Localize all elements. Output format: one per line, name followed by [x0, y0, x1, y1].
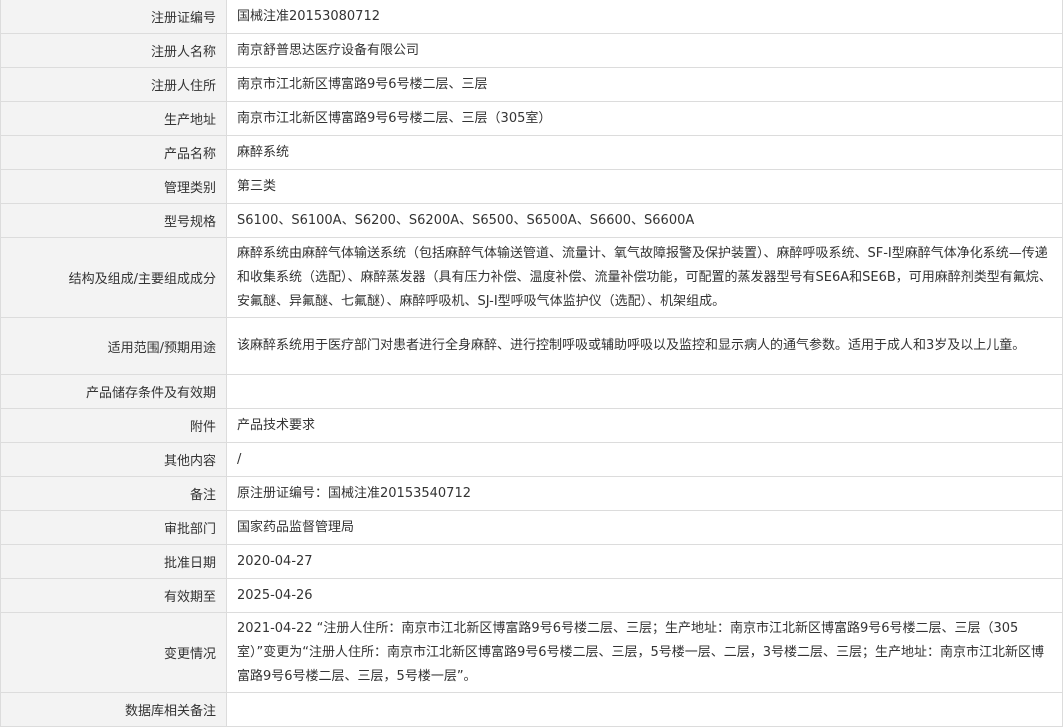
row-label: 结构及组成/主要组成成分 [0, 237, 227, 318]
row-label: 型号规格 [0, 203, 227, 238]
table-row: 结构及组成/主要组成成分 麻醉系统由麻醉气体输送系统（包括麻醉气体输送管道、流量… [0, 237, 1063, 318]
table-row: 其他内容 / [0, 442, 1063, 477]
row-value: 南京市江北新区博富路9号6号楼二层、三层 [226, 67, 1063, 102]
row-label: 批准日期 [0, 544, 227, 579]
row-label: 适用范围/预期用途 [0, 317, 227, 375]
table-row: 注册证编号 国械注准20153080712 [0, 0, 1063, 34]
row-value: 原注册证编号：国械注准20153540712 [226, 476, 1063, 511]
row-label: 注册证编号 [0, 0, 227, 34]
row-value: 第三类 [226, 169, 1063, 204]
row-value: 2021-04-22 “注册人住所：南京市江北新区博富路9号6号楼二层、三层；生… [226, 612, 1063, 693]
row-label: 注册人名称 [0, 33, 227, 68]
table-row: 产品名称 麻醉系统 [0, 135, 1063, 170]
table-row: 适用范围/预期用途 该麻醉系统用于医疗部门对患者进行全身麻醉、进行控制呼吸或辅助… [0, 317, 1063, 375]
row-label: 有效期至 [0, 578, 227, 613]
row-label: 产品储存条件及有效期 [0, 374, 227, 409]
table-row: 数据库相关备注 [0, 692, 1063, 727]
device-registration-table: 注册证编号 国械注准20153080712 注册人名称 南京舒普思达医疗设备有限… [0, 0, 1063, 727]
row-label: 生产地址 [0, 101, 227, 136]
table-row: 审批部门 国家药品监督管理局 [0, 510, 1063, 545]
table-row: 有效期至 2025-04-26 [0, 578, 1063, 613]
row-value [226, 374, 1063, 409]
row-value: 2020-04-27 [226, 544, 1063, 579]
row-label: 备注 [0, 476, 227, 511]
row-label: 产品名称 [0, 135, 227, 170]
row-label: 注册人住所 [0, 67, 227, 102]
row-value: 南京舒普思达医疗设备有限公司 [226, 33, 1063, 68]
row-value: 该麻醉系统用于医疗部门对患者进行全身麻醉、进行控制呼吸或辅助呼吸以及监控和显示病… [226, 317, 1063, 375]
table-row: 注册人名称 南京舒普思达医疗设备有限公司 [0, 33, 1063, 68]
table-row: 变更情况 2021-04-22 “注册人住所：南京市江北新区博富路9号6号楼二层… [0, 612, 1063, 693]
row-value: 麻醉系统 [226, 135, 1063, 170]
table-row: 注册人住所 南京市江北新区博富路9号6号楼二层、三层 [0, 67, 1063, 102]
row-label: 管理类别 [0, 169, 227, 204]
row-label: 附件 [0, 408, 227, 443]
row-value: 2025-04-26 [226, 578, 1063, 613]
row-value: / [226, 442, 1063, 477]
table-row: 附件 产品技术要求 [0, 408, 1063, 443]
table-row: 备注 原注册证编号：国械注准20153540712 [0, 476, 1063, 511]
table-row: 生产地址 南京市江北新区博富路9号6号楼二层、三层（305室） [0, 101, 1063, 136]
row-value [226, 692, 1063, 727]
row-value: 国械注准20153080712 [226, 0, 1063, 34]
row-value: S6100、S6100A、S6200、S6200A、S6500、S6500A、S… [226, 203, 1063, 238]
table-row: 管理类别 第三类 [0, 169, 1063, 204]
table-row: 型号规格 S6100、S6100A、S6200、S6200A、S6500、S65… [0, 203, 1063, 238]
row-value: 麻醉系统由麻醉气体输送系统（包括麻醉气体输送管道、流量计、氧气故障报警及保护装置… [226, 237, 1063, 318]
row-label: 其他内容 [0, 442, 227, 477]
row-label: 变更情况 [0, 612, 227, 693]
row-value: 南京市江北新区博富路9号6号楼二层、三层（305室） [226, 101, 1063, 136]
row-label: 数据库相关备注 [0, 692, 227, 727]
row-value: 产品技术要求 [226, 408, 1063, 443]
table-row: 批准日期 2020-04-27 [0, 544, 1063, 579]
row-label: 审批部门 [0, 510, 227, 545]
row-value: 国家药品监督管理局 [226, 510, 1063, 545]
table-row: 产品储存条件及有效期 [0, 374, 1063, 409]
